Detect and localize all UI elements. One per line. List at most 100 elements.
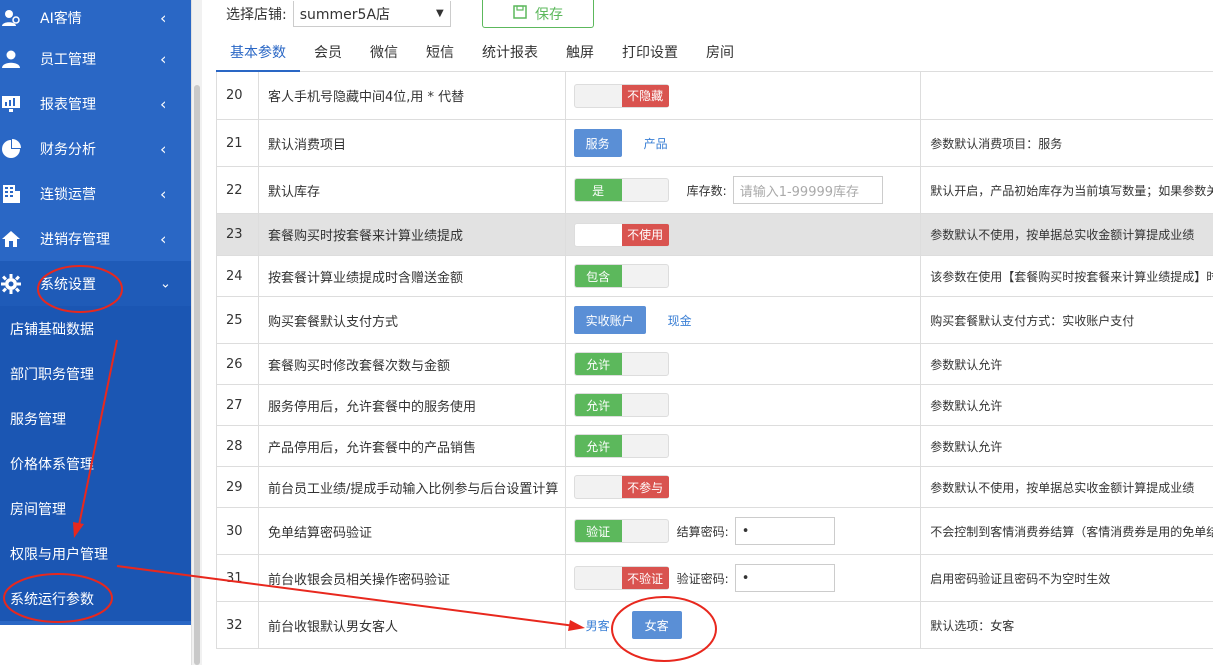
sidebar-item-chain[interactable]: 连锁运营 ‹ <box>0 171 191 216</box>
sidebar-subitem-service[interactable]: 服务管理 <box>0 396 191 441</box>
sidebar-item-label: 报表管理 <box>40 96 96 113</box>
sidebar-item-reports[interactable]: 报表管理 ‹ <box>0 81 191 126</box>
store-selector-bar: 选择店铺: summer5A店 ▼ <box>226 0 451 28</box>
row-control: 包含 <box>566 256 922 296</box>
toggle-switch[interactable]: 不隐藏 <box>573 83 669 108</box>
tab-print-settings[interactable]: 打印设置 <box>608 38 692 72</box>
sidebar-subitem-store-basic[interactable]: 店铺基础数据 <box>0 306 191 351</box>
sidebar-subitem-department[interactable]: 部门职务管理 <box>0 351 191 396</box>
settle-password-input[interactable]: • <box>734 517 835 545</box>
row-control: 允许 <box>566 426 922 466</box>
tab-member[interactable]: 会员 <box>300 38 356 72</box>
sidebar-footer <box>0 625 191 665</box>
stock-label: 库存数: <box>686 183 727 198</box>
sidebar-item-finance[interactable]: 财务分析 ‹ <box>0 126 191 171</box>
toggle-switch[interactable]: 允许 <box>573 434 669 458</box>
option-link-male[interactable]: 男客 <box>586 617 610 634</box>
row-name: 默认库存 <box>259 167 566 213</box>
sidebar-item-ai-customer[interactable]: AI客情 ‹ <box>0 0 191 36</box>
toggle-switch[interactable]: 验证 <box>573 519 669 543</box>
table-row: 22 默认库存 是 库存数: 请输入1-99999库存 默认开启，产品初始库存为… <box>217 167 1213 214</box>
verify-password-input[interactable]: • <box>734 564 835 592</box>
toggle-state-label: 验证 <box>574 520 622 542</box>
toggle-state-label: 包含 <box>574 265 622 287</box>
option-button-selected[interactable]: 实收账户 <box>573 306 646 334</box>
toggle-state-label: 不使用 <box>621 223 669 246</box>
row-description: 启用密码验证且密码不为空时生效 <box>930 571 1111 586</box>
sidebar-scrollbar[interactable] <box>191 0 202 665</box>
row-name: 前台收银会员相关操作密码验证 <box>259 555 566 601</box>
sidebar-subitem-pricing[interactable]: 价格体系管理 <box>0 441 191 486</box>
row-description: 购买套餐默认支付方式：实收账户支付 <box>930 313 1135 328</box>
toggle-switch[interactable]: 包含 <box>573 264 669 288</box>
table-row: 26 套餐购买时修改套餐次数与金额 允许 参数默认允许 <box>217 344 1213 385</box>
chevron-left-icon: ‹ <box>160 139 167 158</box>
row-description: 参数默认不使用，按单据总实收金额计算提成业绩 <box>930 228 1195 242</box>
option-button-female[interactable]: 女客 <box>631 611 682 639</box>
toggle-switch[interactable]: 不参与 <box>573 475 669 499</box>
save-icon <box>513 4 527 23</box>
tab-touchscreen[interactable]: 触屏 <box>552 38 608 72</box>
row-description: 参数默认允许 <box>930 398 1003 413</box>
scrollbar-thumb[interactable] <box>194 85 200 665</box>
row-description: 参数默认允许 <box>930 357 1003 372</box>
sidebar-item-inventory[interactable]: 进销存管理 ‹ <box>0 216 191 261</box>
stock-input[interactable]: 请输入1-99999库存 <box>732 176 883 204</box>
tab-sms[interactable]: 短信 <box>412 38 468 72</box>
sidebar-item-staff[interactable]: 员工管理 ‹ <box>0 36 191 81</box>
option-link[interactable]: 现金 <box>668 312 692 329</box>
chevron-left-icon: ‹ <box>160 229 167 248</box>
chevron-left-icon: ‹ <box>160 94 167 113</box>
table-row: 21 默认消费项目 服务 产品 参数默认消费项目：服务 <box>217 120 1213 167</box>
tab-wechat[interactable]: 微信 <box>356 38 412 72</box>
option-link[interactable]: 产品 <box>644 135 668 152</box>
row-control: 是 库存数: 请输入1-99999库存 <box>566 167 922 213</box>
toggle-switch[interactable]: 允许 <box>573 352 669 376</box>
row-description: 参数默认消费项目：服务 <box>930 136 1063 151</box>
save-button[interactable]: 保存 <box>482 0 594 28</box>
sidebar-subitem-permissions[interactable]: 权限与用户管理 <box>0 531 191 576</box>
row-control: 不隐藏 <box>566 72 922 119</box>
sidebar-item-label: 系统设置 <box>40 276 96 293</box>
sidebar-item-label: 财务分析 <box>40 141 96 158</box>
sidebar-subitem-runtime-params[interactable]: 系统运行参数 <box>0 576 191 621</box>
row-name: 购买套餐默认支付方式 <box>259 297 566 343</box>
toggle-state-label: 允许 <box>574 353 622 375</box>
row-control: 验证 结算密码: • <box>566 508 922 554</box>
tab-statistics[interactable]: 统计报表 <box>468 38 552 72</box>
option-button-selected[interactable]: 服务 <box>573 129 622 157</box>
settle-password-label: 结算密码: <box>676 524 729 539</box>
table-row: 30 免单结算密码验证 验证 结算密码: • 不会控制到客情消费券结算（客情消费… <box>217 508 1213 555</box>
row-name: 前台员工业绩/提成手动输入比例参与后台设置计算 <box>259 467 566 507</box>
table-row: 24 按套餐计算业绩提成时含赠送金额 包含 该参数在使用【套餐购买时按套餐来计算… <box>217 256 1213 297</box>
settings-tabs: 基本参数 会员 微信 短信 统计报表 触屏 打印设置 房间 <box>216 38 1213 72</box>
row-control: 不验证 验证密码: • <box>566 555 922 601</box>
building-icon <box>0 183 22 205</box>
table-row: 25 购买套餐默认支付方式 实收账户 现金 购买套餐默认支付方式：实收账户支付 <box>217 297 1213 344</box>
row-name: 默认消费项目 <box>259 120 566 166</box>
table-row: 31 前台收银会员相关操作密码验证 不验证 验证密码: • 启用密码验证且密码不… <box>217 555 1213 602</box>
save-label: 保存 <box>535 6 563 23</box>
home-icon <box>0 228 22 250</box>
row-control: 服务 产品 <box>566 120 922 166</box>
row-description: 参数默认允许 <box>930 439 1003 454</box>
tab-room[interactable]: 房间 <box>692 38 748 72</box>
row-description: 默认选项：女客 <box>930 618 1015 633</box>
store-select[interactable]: summer5A店 ▼ <box>292 1 451 27</box>
sidebar: AI客情 ‹ 员工管理 ‹ 报表管理 ‹ 财务分析 ‹ 连锁运营 ‹ 进销存管理 <box>0 0 191 665</box>
toggle-switch[interactable]: 允许 <box>573 393 669 417</box>
sidebar-item-system-settings[interactable]: 系统设置 ⌄ <box>0 261 191 306</box>
sidebar-item-label: 连锁运营 <box>40 186 96 203</box>
table-row: 20 客人手机号隐藏中间4位,用 * 代替 不隐藏 <box>217 72 1213 120</box>
toggle-switch[interactable]: 不验证 <box>573 566 669 590</box>
sidebar-item-label: 进销存管理 <box>40 231 110 248</box>
row-description: 不会控制到客情消费券结算（客情消费券是用的免单结 <box>930 524 1213 539</box>
table-row: 28 产品停用后，允许套餐中的产品销售 允许 参数默认允许 <box>217 426 1213 467</box>
sidebar-subitem-room[interactable]: 房间管理 <box>0 486 191 531</box>
row-control: 男客 女客 <box>566 602 922 648</box>
row-control: 允许 <box>566 385 922 425</box>
toggle-switch[interactable]: 是 <box>573 178 669 202</box>
tab-basic-params[interactable]: 基本参数 <box>216 38 300 72</box>
table-row: 23 套餐购买时按套餐来计算业绩提成 不使用 参数默认不使用，按单据总实收金额计… <box>217 214 1213 256</box>
toggle-switch[interactable]: 不使用 <box>573 222 669 247</box>
